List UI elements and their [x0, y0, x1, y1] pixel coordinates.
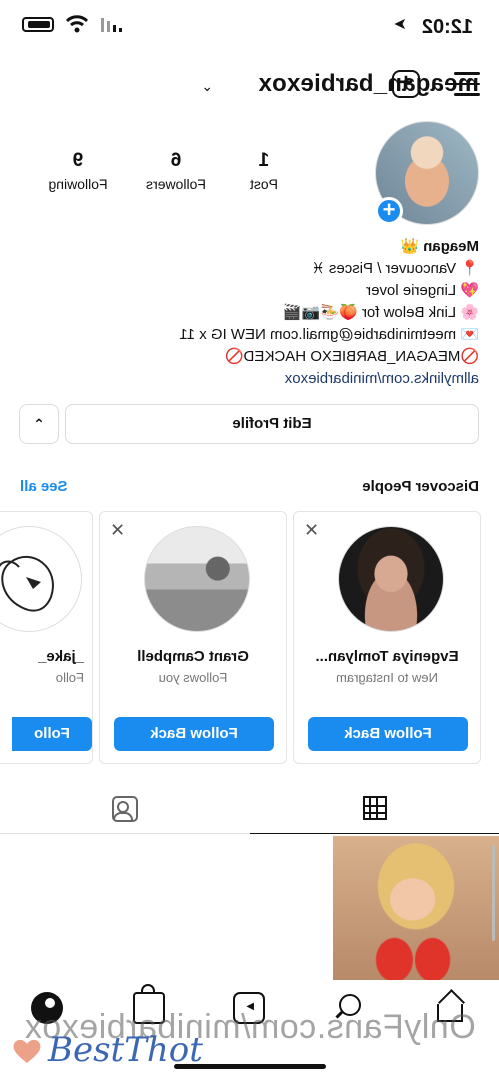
suggestion-reason: Follo	[55, 670, 84, 685]
suggestion-name[interactable]: Grant Campbell	[100, 648, 286, 665]
post-thumbnail[interactable]	[333, 836, 499, 980]
stat-followers[interactable]: 6 Followers	[131, 150, 221, 192]
suggestion-card[interactable]: ✕ Evgeniya Tomlyan... New to Instagram F…	[293, 511, 481, 764]
tagged-person-icon	[112, 796, 138, 822]
wifi-icon	[66, 15, 88, 33]
status-bar: 12:02 ➤	[0, 0, 499, 50]
suggestion-card[interactable]: ✕ Grant Campbell Follows you Follow Back	[99, 511, 287, 764]
suggestion-name[interactable]: Evgeniya Tomlyan...	[294, 648, 480, 665]
bio-line: 💖 Lingerie lover	[366, 282, 479, 299]
follow-back-button[interactable]: Follow Back	[308, 717, 468, 751]
discover-people-title: Discover People	[362, 478, 479, 495]
posts-label: Post	[250, 176, 279, 192]
hamburger-menu-icon[interactable]	[454, 72, 480, 96]
follow-button[interactable]: Follo	[12, 717, 92, 751]
suggestion-reason: Follows you	[158, 670, 228, 685]
bio-line: 🌸 Link Below for 🍑🍜📷🎬	[283, 304, 479, 321]
tab-posts-grid[interactable]	[250, 788, 499, 834]
scrollbar[interactable]	[492, 845, 495, 941]
battery-icon	[22, 17, 54, 32]
search-icon[interactable]	[333, 992, 365, 1024]
bio-line: 🚫MEAGAN_BARBIEXO HACKED🚫	[224, 348, 479, 365]
home-icon[interactable]	[435, 992, 467, 1024]
stat-posts[interactable]: 1 Post	[234, 150, 294, 192]
add-story-icon[interactable]: +	[375, 197, 403, 225]
shop-bag-icon[interactable]	[133, 992, 165, 1024]
clock: 12:02	[421, 16, 473, 38]
suggestion-avatar[interactable]	[0, 526, 82, 632]
profile-header: meagan_barbiexox ⌄ +	[0, 62, 499, 106]
dismiss-icon[interactable]: ✕	[110, 520, 125, 541]
bottom-nav	[0, 986, 499, 1040]
home-indicator	[174, 1064, 326, 1069]
following-count: 9	[72, 150, 84, 171]
see-all-link[interactable]: See all	[20, 478, 68, 495]
edit-profile-button[interactable]: Edit Profile	[65, 404, 479, 444]
bio-line: 💌 meetminibarbie@gmail.com NEW IG x 11	[179, 326, 479, 343]
chevron-down-icon[interactable]: ⌄	[201, 78, 213, 95]
tab-tagged[interactable]	[0, 788, 250, 834]
following-label: Following	[48, 176, 108, 192]
suggestion-reason: New to Instagram	[336, 670, 438, 685]
bird-sketch-icon	[0, 556, 54, 612]
follow-back-button[interactable]: Follow Back	[114, 717, 274, 751]
followers-label: Followers	[146, 176, 206, 192]
profile-avatar-icon[interactable]	[31, 992, 63, 1024]
bio-link[interactable]: allmylinks.com/minibarbiexox	[39, 368, 479, 390]
display-name: Meagan 👑	[400, 238, 479, 255]
discover-people-toggle-button[interactable]: ⌃	[19, 404, 59, 444]
instagram-profile-screen: 12:02 ➤ meagan_barbiexox ⌄ + + 1 Post 6 …	[0, 0, 499, 1080]
reels-icon[interactable]	[233, 992, 265, 1024]
suggestion-avatar[interactable]	[144, 526, 250, 632]
followers-count: 6	[170, 150, 182, 171]
bio-line: 📍 Vancouver / Pisces ♓	[311, 260, 479, 277]
dismiss-icon[interactable]: ✕	[304, 520, 319, 541]
suggestion-avatar[interactable]	[338, 526, 444, 632]
username-switcher[interactable]: meagan_barbiexox	[258, 70, 479, 98]
suggestion-card[interactable]: _jake_ Follo Follo	[0, 511, 93, 764]
profile-bio: Meagan 👑 📍 Vancouver / Pisces ♓ 💖 Linger…	[39, 236, 479, 390]
cellular-signal-icon	[101, 18, 122, 32]
create-post-icon[interactable]: +	[392, 69, 420, 98]
suggestion-name[interactable]: _jake_	[0, 648, 92, 665]
location-arrow-icon: ➤	[393, 16, 407, 33]
grid-icon	[363, 796, 387, 820]
stat-following[interactable]: 9 Following	[33, 150, 123, 192]
posts-count: 1	[258, 150, 270, 171]
